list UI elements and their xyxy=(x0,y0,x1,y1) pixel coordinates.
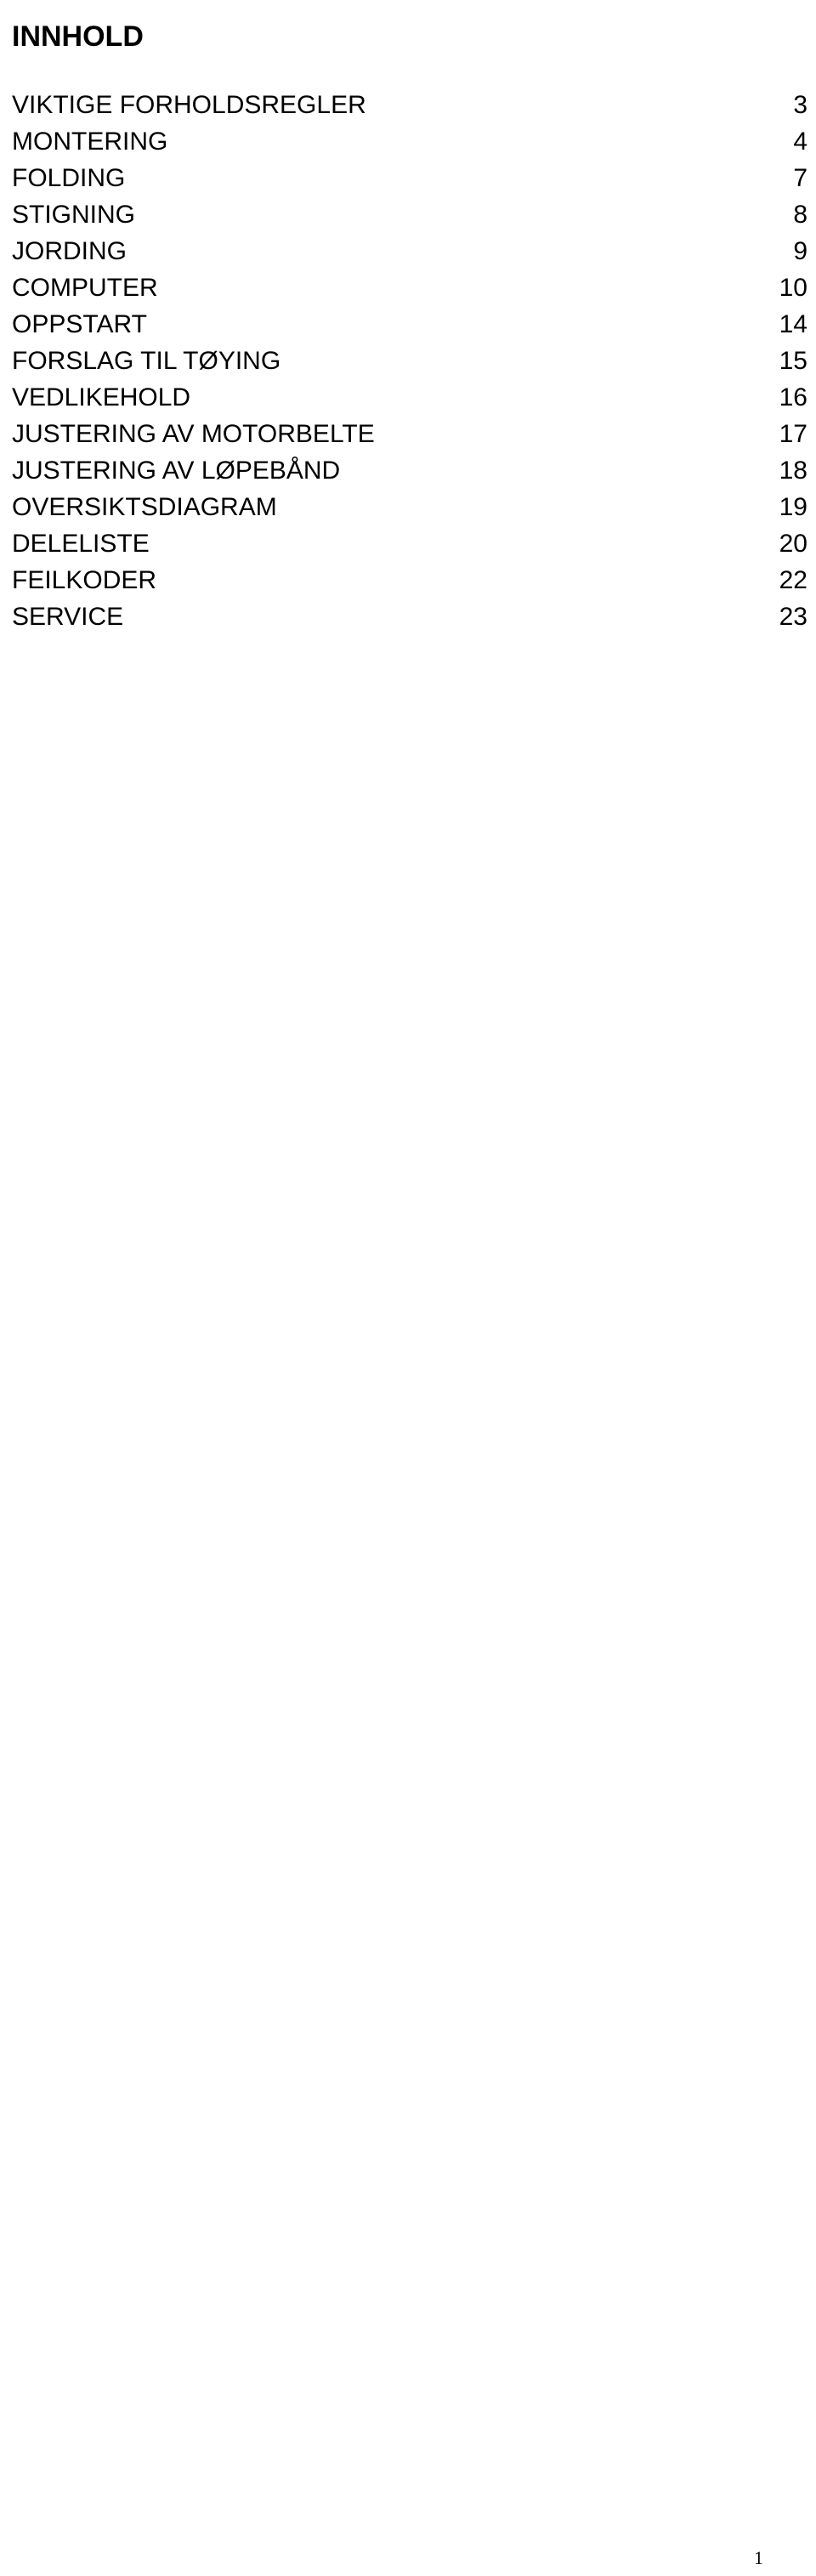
toc-entry-page-number: 23 xyxy=(779,603,808,631)
toc-entry[interactable]: VEDLIKEHOLD 16 xyxy=(12,379,808,416)
toc-entry[interactable]: MONTERING 4 xyxy=(12,123,808,160)
toc-entry-page-number: 14 xyxy=(779,310,808,338)
document-page: INNHOLD VIKTIGE FORHOLDSREGLER 3 MONTERING… xyxy=(0,0,816,2576)
toc-entry-label: MONTERING xyxy=(12,128,168,156)
toc-entry-page-number: 7 xyxy=(793,164,808,192)
toc-entry-page-number: 15 xyxy=(779,347,808,375)
toc-entry[interactable]: FEILKODER 22 xyxy=(12,562,808,599)
toc-entry[interactable]: VIKTIGE FORHOLDSREGLER 3 xyxy=(12,87,808,123)
toc-entry-page-number: 18 xyxy=(779,457,808,485)
toc-entry-label: SERVICE xyxy=(12,603,124,631)
toc-entry-label: COMPUTER xyxy=(12,274,158,302)
toc-entry[interactable]: OPPSTART 14 xyxy=(12,306,808,343)
toc-entry-label: OVERSIKTSDIAGRAM xyxy=(12,493,277,521)
toc-entry-page-number: 3 xyxy=(793,91,808,119)
toc-entry-label: VIKTIGE FORHOLDSREGLER xyxy=(12,91,366,119)
toc-entry[interactable]: OVERSIKTSDIAGRAM 19 xyxy=(12,489,808,525)
toc-entry[interactable]: DELELISTE 20 xyxy=(12,525,808,562)
toc-entry-page-number: 10 xyxy=(779,274,808,302)
toc-entry-label: DELELISTE xyxy=(12,530,150,558)
toc-entry[interactable]: JUSTERING AV MOTORBELTE 17 xyxy=(12,416,808,452)
toc-entry-label: FEILKODER xyxy=(12,566,157,594)
table-of-contents: VIKTIGE FORHOLDSREGLER 3 MONTERING 4 FOLDING… xyxy=(12,87,808,635)
footer-page-number: 1 xyxy=(754,2547,763,2568)
toc-entry-page-number: 9 xyxy=(793,237,808,265)
toc-entry-label: STIGNING xyxy=(12,201,136,229)
toc-entry[interactable]: SERVICE 23 xyxy=(12,599,808,635)
toc-entry-page-number: 19 xyxy=(779,493,808,521)
toc-entry-page-number: 8 xyxy=(793,201,808,229)
toc-entry-label: JUSTERING AV MOTORBELTE xyxy=(12,420,375,448)
toc-entry[interactable]: JUSTERING AV LØPEBÅND 18 xyxy=(12,452,808,489)
toc-entry-page-number: 16 xyxy=(779,383,808,411)
toc-entry-label: JORDING xyxy=(12,237,127,265)
toc-entry[interactable]: STIGNING 8 xyxy=(12,196,808,233)
toc-entry-page-number: 20 xyxy=(779,530,808,558)
toc-entry-label: VEDLIKEHOLD xyxy=(12,383,191,411)
toc-entry-label: JUSTERING AV LØPEBÅND xyxy=(12,457,341,485)
page-title: INNHOLD xyxy=(12,20,144,53)
toc-entry-page-number: 22 xyxy=(779,566,808,594)
toc-entry-page-number: 17 xyxy=(779,420,808,448)
toc-entry[interactable]: JORDING 9 xyxy=(12,233,808,270)
toc-entry[interactable]: COMPUTER 10 xyxy=(12,270,808,306)
toc-entry-label: OPPSTART xyxy=(12,310,147,338)
toc-entry-label: FORSLAG TIL TØYING xyxy=(12,347,281,375)
toc-entry-page-number: 4 xyxy=(793,128,808,156)
toc-entry-label: FOLDING xyxy=(12,164,126,192)
toc-entry[interactable]: FOLDING 7 xyxy=(12,160,808,196)
toc-entry[interactable]: FORSLAG TIL TØYING 15 xyxy=(12,343,808,379)
